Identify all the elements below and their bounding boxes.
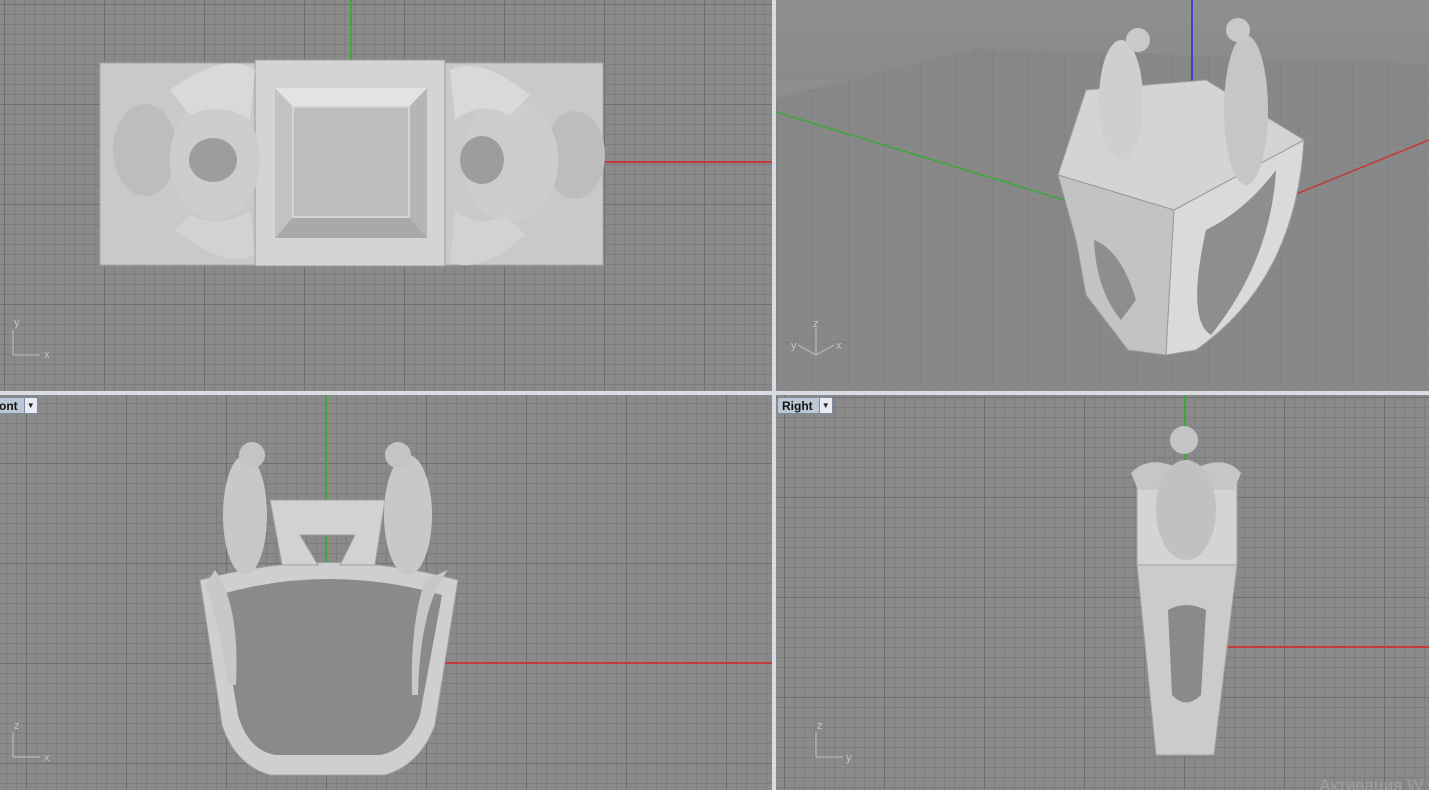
viewport-front[interactable]: ont ▼ z x: [0, 395, 772, 790]
axis-widget-icon: z y: [815, 720, 852, 764]
top-view-canvas: y x: [12, 0, 772, 361]
axis-label-x: x: [44, 349, 50, 361]
front-view-canvas: z x: [12, 395, 772, 776]
axis-label-y: y: [791, 340, 797, 352]
axis-widget-icon: z x: [12, 720, 50, 764]
axis-widget-icon: y x: [12, 317, 50, 361]
activation-watermark: Активация W: [1319, 776, 1423, 790]
viewport-right[interactable]: Right ▼ z y Активация W: [776, 395, 1429, 790]
axis-label-y: y: [14, 317, 20, 329]
ring-model-right[interactable]: [1131, 426, 1241, 756]
axis-label-x: x: [836, 340, 842, 352]
axis-label-z: z: [14, 720, 20, 732]
right-view-canvas: z y: [815, 395, 1429, 764]
axis-label-z: z: [813, 318, 819, 330]
axis-label-x: x: [44, 752, 50, 764]
viewport-splitter-vertical[interactable]: [772, 0, 776, 790]
ring-model-top[interactable]: [99, 59, 605, 267]
perspective-view-canvas: z y x: [776, 0, 1429, 391]
ring-model-front[interactable]: [199, 442, 459, 776]
axis-label-z: z: [817, 720, 823, 732]
axis-label-y: y: [846, 752, 852, 764]
viewport-splitter-horizontal[interactable]: [0, 391, 1429, 395]
viewport-top[interactable]: y x: [0, 0, 772, 391]
viewport-perspective[interactable]: z y x: [776, 0, 1429, 391]
